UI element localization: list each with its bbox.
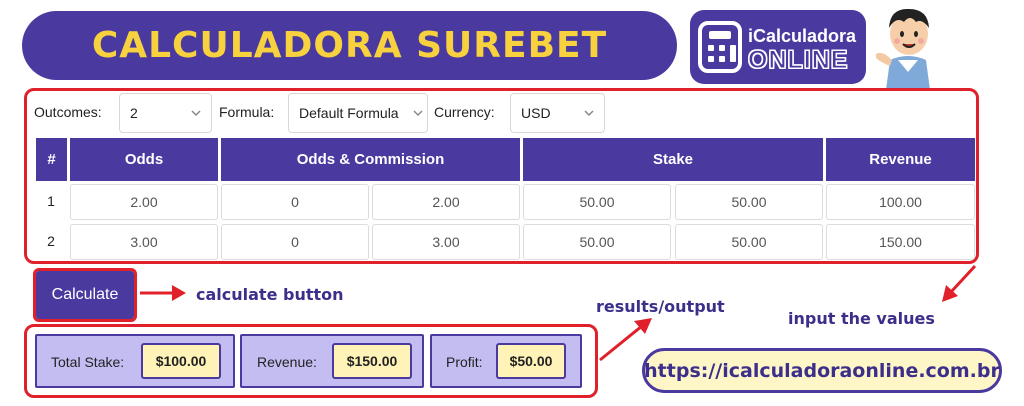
- chevron-down-icon: [191, 110, 201, 117]
- currency-select[interactable]: USD: [510, 93, 605, 133]
- logo-text-top: iCalculadora: [748, 26, 857, 46]
- currency-label: Currency:: [434, 104, 495, 120]
- calculate-button[interactable]: Calculate: [36, 271, 134, 319]
- stake-value[interactable]: 50.00: [675, 184, 823, 220]
- total-stake-result: Total Stake: $100.00: [35, 334, 235, 388]
- odds-commission-value[interactable]: 3.00: [372, 224, 520, 260]
- revenue-value: 100.00: [826, 184, 975, 220]
- total-stake-value: $100.00: [141, 343, 221, 379]
- annotation-calculate: calculate button: [196, 285, 344, 304]
- website-url[interactable]: https://icalculadoraonline.com.br: [642, 348, 1002, 393]
- profit-value: $50.00: [496, 343, 566, 379]
- annotation-results: results/output: [596, 297, 725, 316]
- formula-select[interactable]: Default Formula: [288, 93, 428, 133]
- formula-value: Default Formula: [299, 105, 399, 121]
- commission-input[interactable]: 0: [221, 184, 369, 220]
- column-header-odds: Odds: [70, 138, 218, 181]
- row-number: 2: [47, 233, 55, 249]
- odds-input[interactable]: 3.00: [70, 224, 218, 260]
- row-number: 1: [47, 193, 55, 209]
- column-header-odds-commission: Odds & Commission: [221, 138, 520, 181]
- total-stake-label: Total Stake:: [51, 354, 125, 370]
- profit-label: Profit:: [446, 354, 483, 370]
- column-header-stake: Stake: [523, 138, 823, 181]
- stake-input[interactable]: 50.00: [523, 184, 671, 220]
- title-banner: CALCULADORA SUREBET: [22, 11, 677, 80]
- arrow-calculate-head: [172, 285, 186, 301]
- stake-value[interactable]: 50.00: [675, 224, 823, 260]
- arrow-input: [949, 264, 977, 294]
- calculator-icon: [698, 21, 742, 73]
- chevron-down-icon: [413, 110, 423, 117]
- profit-result: Profit: $50.00: [430, 334, 582, 388]
- commission-input[interactable]: 0: [221, 224, 369, 260]
- revenue-total-value: $150.00: [332, 343, 412, 379]
- odds-commission-value[interactable]: 2.00: [372, 184, 520, 220]
- stake-input[interactable]: 50.00: [523, 224, 671, 260]
- url-text: https://icalculadoraonline.com.br: [644, 359, 1000, 382]
- mascot-illustration: [876, 8, 930, 90]
- page-title: CALCULADORA SUREBET: [91, 25, 608, 66]
- annotation-input: input the values: [788, 309, 935, 328]
- arrow-results-head: [634, 318, 652, 334]
- column-header-revenue: Revenue: [826, 138, 975, 181]
- revenue-value: 150.00: [826, 224, 975, 260]
- outcomes-value: 2: [130, 105, 138, 121]
- arrow-results: [599, 324, 643, 362]
- column-header-number: #: [36, 138, 67, 181]
- outcomes-label: Outcomes:: [34, 104, 102, 120]
- formula-label: Formula:: [219, 104, 275, 120]
- revenue-result: Revenue: $150.00: [240, 334, 424, 388]
- chevron-down-icon: [584, 110, 594, 117]
- logo: iCalculadora ONLINE: [690, 10, 866, 84]
- arrow-input-head: [942, 285, 958, 302]
- revenue-label: Revenue:: [257, 354, 317, 370]
- odds-input[interactable]: 2.00: [70, 184, 218, 220]
- currency-value: USD: [521, 105, 551, 121]
- outcomes-select[interactable]: 2: [119, 93, 212, 133]
- logo-text-bottom: ONLINE: [747, 46, 849, 75]
